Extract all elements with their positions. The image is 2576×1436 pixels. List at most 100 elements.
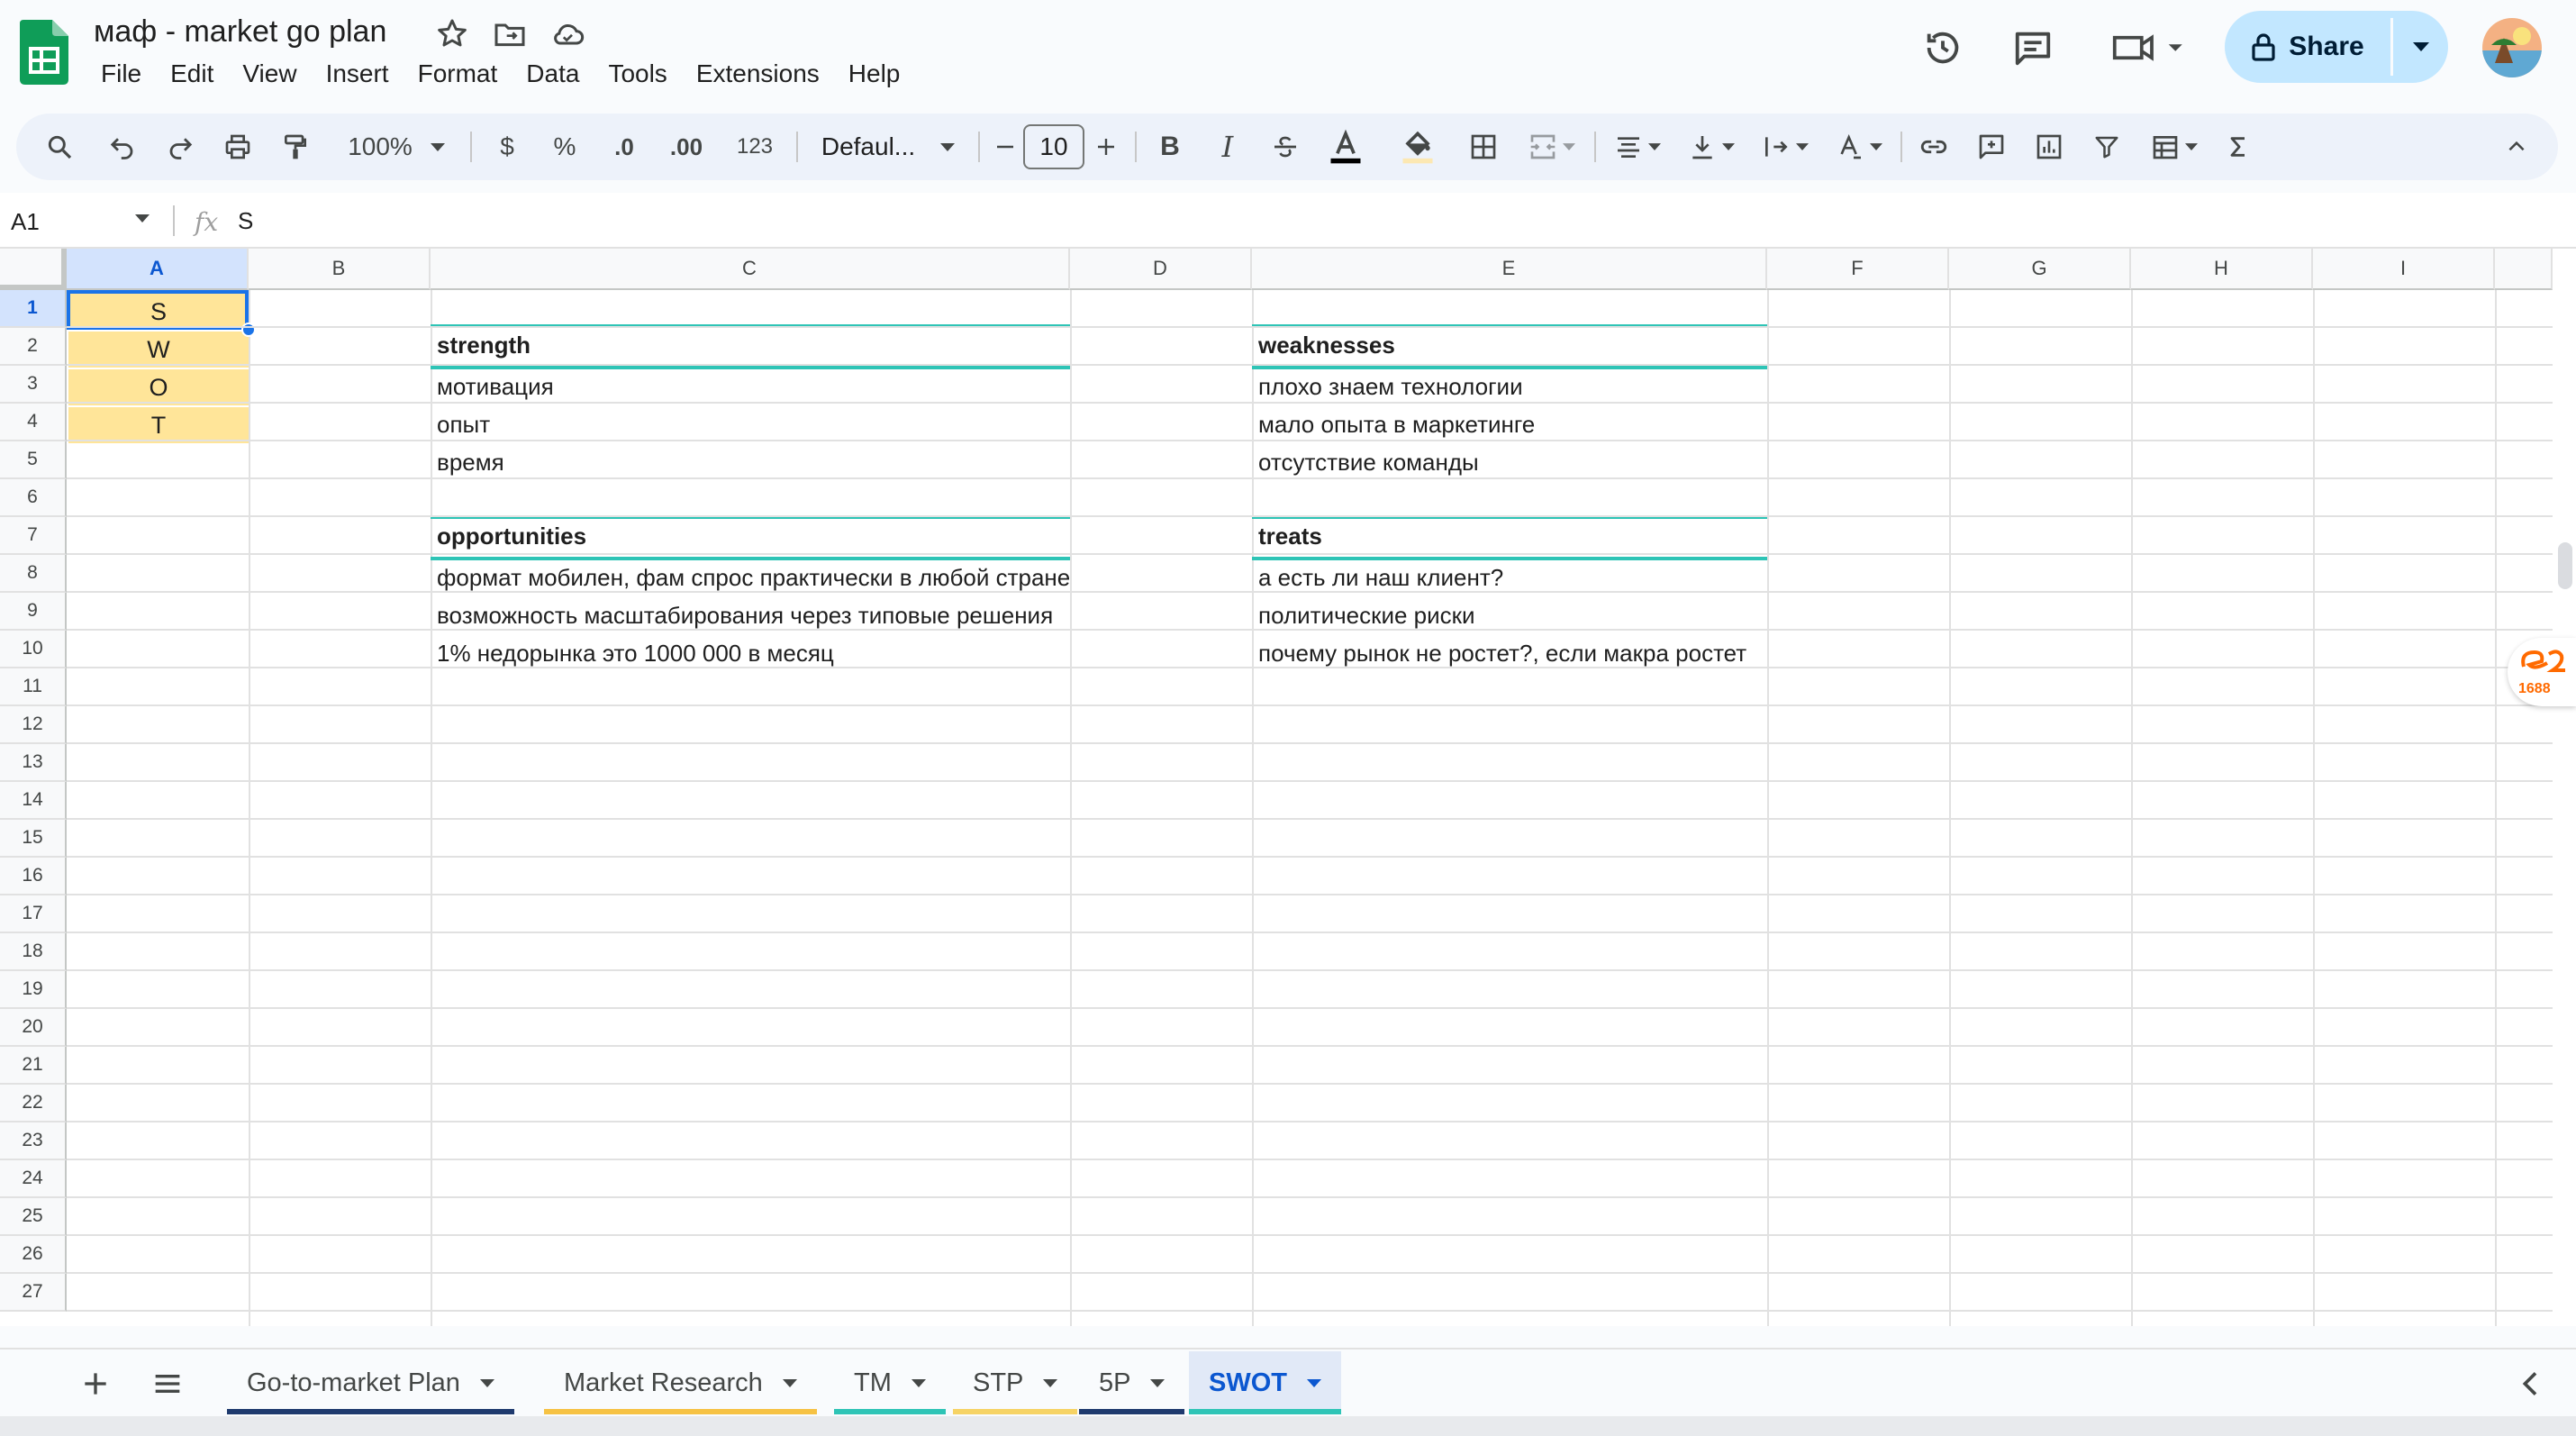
row-header[interactable]: 12 xyxy=(0,706,67,744)
strikethrough-button[interactable] xyxy=(1263,114,1308,180)
increase-font-size-button[interactable] xyxy=(1088,114,1124,180)
version-history-icon[interactable] xyxy=(1922,27,1964,68)
tab-stp[interactable]: STP xyxy=(953,1351,1078,1414)
strength-item[interactable]: опыт xyxy=(437,411,490,439)
menu-insert[interactable]: Insert xyxy=(312,58,404,90)
row-header[interactable]: 13 xyxy=(0,744,67,782)
font-size-input[interactable]: 10 xyxy=(1023,124,1084,169)
create-filter-button[interactable] xyxy=(2084,114,2129,180)
text-wrapping-button[interactable] xyxy=(1753,114,1818,180)
row-header[interactable]: 5 xyxy=(0,441,67,479)
column-header-i[interactable]: I xyxy=(2313,249,2495,290)
text-rotation-button[interactable] xyxy=(1827,114,1891,180)
paint-format-button[interactable] xyxy=(270,114,321,180)
row-header[interactable]: 11 xyxy=(0,668,67,706)
opportunities-item[interactable]: возможность масштабирования через типовы… xyxy=(437,602,1053,630)
chevron-down-icon[interactable] xyxy=(135,214,150,223)
row-header[interactable]: 22 xyxy=(0,1085,67,1122)
row-header[interactable]: 24 xyxy=(0,1160,67,1198)
row-header[interactable]: 6 xyxy=(0,479,67,517)
row-header[interactable]: 16 xyxy=(0,858,67,895)
more-formats-button[interactable]: 123 xyxy=(722,114,787,180)
strength-item[interactable]: мотивация xyxy=(437,373,554,401)
row-header[interactable]: 9 xyxy=(0,593,67,631)
menu-extensions[interactable]: Extensions xyxy=(682,58,834,90)
tab-5p[interactable]: 5P xyxy=(1079,1351,1185,1414)
menu-file[interactable]: File xyxy=(86,58,156,90)
table-options-button[interactable] xyxy=(2142,114,2207,180)
increase-decimal-button[interactable]: .00 xyxy=(658,114,715,180)
row-header[interactable]: 26 xyxy=(0,1236,67,1274)
opportunities-item[interactable]: 1% недорынка это 1000 000 в месяц xyxy=(437,640,834,668)
avatar[interactable] xyxy=(2482,18,2542,77)
column-header-j[interactable] xyxy=(2495,249,2553,290)
row-header[interactable]: 14 xyxy=(0,782,67,820)
column-header-a[interactable]: A xyxy=(67,249,249,290)
zoom-select[interactable]: 100% xyxy=(333,114,459,180)
menu-data[interactable]: Data xyxy=(512,58,594,90)
text-color-button[interactable] xyxy=(1320,114,1371,180)
chevron-down-icon[interactable] xyxy=(479,1378,494,1387)
chevron-down-icon[interactable] xyxy=(1150,1378,1166,1387)
row-header[interactable]: 18 xyxy=(0,933,67,971)
vertical-align-button[interactable] xyxy=(1679,114,1744,180)
chevron-down-icon[interactable] xyxy=(1043,1378,1058,1387)
row-header[interactable]: 19 xyxy=(0,971,67,1009)
row-header[interactable]: 15 xyxy=(0,820,67,858)
row-header[interactable]: 4 xyxy=(0,404,67,441)
bold-button[interactable]: B xyxy=(1147,114,1193,180)
column-header-b[interactable]: B xyxy=(249,249,431,290)
swot-cell-w[interactable]: W xyxy=(68,332,249,368)
column-header-h[interactable]: H xyxy=(2131,249,2313,290)
insert-chart-button[interactable] xyxy=(2027,114,2072,180)
row-header[interactable]: 21 xyxy=(0,1047,67,1085)
row-header[interactable]: 20 xyxy=(0,1009,67,1047)
font-family-select[interactable]: Defaul... xyxy=(807,114,969,180)
row-header[interactable]: 23 xyxy=(0,1122,67,1160)
column-header-d[interactable]: D xyxy=(1070,249,1252,290)
share-main-button[interactable]: Share xyxy=(2225,11,2390,83)
column-header-c[interactable]: C xyxy=(431,249,1070,290)
insert-comment-button[interactable] xyxy=(1969,114,2014,180)
redo-button[interactable] xyxy=(155,114,205,180)
decrease-font-size-button[interactable] xyxy=(989,114,1021,180)
borders-button[interactable] xyxy=(1461,114,1506,180)
menu-view[interactable]: View xyxy=(228,58,311,90)
weaknesses-title[interactable]: weaknesses xyxy=(1258,332,1395,359)
chevron-down-icon[interactable] xyxy=(1307,1378,1321,1387)
chevron-down-icon[interactable] xyxy=(782,1378,797,1387)
percent-format-button[interactable]: % xyxy=(542,114,587,180)
row-header[interactable]: 1 xyxy=(0,290,67,328)
treats-item[interactable]: политические риски xyxy=(1258,602,1475,630)
merge-cells-button[interactable] xyxy=(1519,114,1585,180)
italic-button[interactable]: I xyxy=(1205,114,1250,180)
menu-help[interactable]: Help xyxy=(834,58,915,90)
weaknesses-item[interactable]: мало опыта в маркетинге xyxy=(1258,411,1535,439)
treats-item[interactable]: а есть ли наш клиент? xyxy=(1258,564,1503,592)
row-header[interactable]: 27 xyxy=(0,1274,67,1312)
fill-color-button[interactable] xyxy=(1392,114,1443,180)
formula-input[interactable]: S xyxy=(238,207,253,235)
menu-edit[interactable]: Edit xyxy=(156,58,228,90)
sheets-logo-icon[interactable] xyxy=(20,20,68,85)
share-button[interactable]: Share xyxy=(2225,11,2448,83)
menu-tools[interactable]: Tools xyxy=(594,58,681,90)
row-header[interactable]: 17 xyxy=(0,895,67,933)
spreadsheet-grid[interactable]: A B C D E F G H I S W O T strength мотив… xyxy=(0,249,2576,1326)
tab-swot[interactable]: SWOT xyxy=(1189,1351,1341,1414)
row-header[interactable]: 8 xyxy=(0,555,67,593)
cloud-saved-icon[interactable] xyxy=(549,16,585,52)
treats-item[interactable]: почему рынок не ростет?, если макра рост… xyxy=(1258,640,1746,668)
column-header-f[interactable]: F xyxy=(1767,249,1949,290)
star-icon[interactable] xyxy=(434,16,470,52)
tab-tm[interactable]: TM xyxy=(834,1351,946,1414)
column-header-g[interactable]: G xyxy=(1949,249,2131,290)
vertical-scrollbar[interactable] xyxy=(2558,542,2572,589)
comments-icon[interactable] xyxy=(2012,27,2054,68)
weaknesses-item[interactable]: отсутствие команды xyxy=(1258,449,1479,477)
currency-format-button[interactable]: $ xyxy=(485,114,530,180)
row-header[interactable]: 7 xyxy=(0,517,67,555)
search-menus-button[interactable] xyxy=(32,114,86,180)
move-to-folder-icon[interactable] xyxy=(492,16,528,52)
fill-handle[interactable] xyxy=(241,323,256,337)
